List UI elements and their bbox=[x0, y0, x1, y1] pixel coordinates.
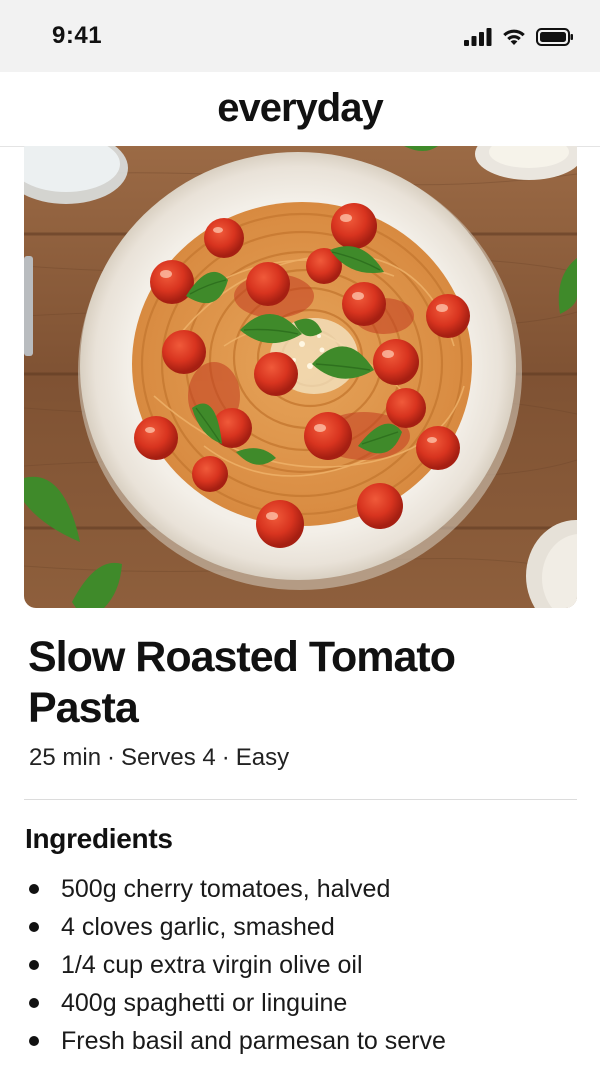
status-icons bbox=[464, 24, 574, 50]
status-time: 9:41 bbox=[52, 22, 103, 49]
meta-separator: · bbox=[107, 744, 116, 771]
ingredient-item: 500g cherry tomatoes, halved bbox=[29, 870, 446, 908]
app-header: everyday bbox=[0, 72, 600, 147]
ingredient-item: Fresh basil and parmesan to serve bbox=[29, 1022, 446, 1060]
status-bar: 9:41 bbox=[0, 0, 600, 72]
ingredient-item: 1/4 cup extra virgin olive oil bbox=[29, 946, 446, 984]
servings: Serves 4 bbox=[121, 744, 216, 771]
divider bbox=[24, 799, 577, 800]
difficulty: Easy bbox=[235, 744, 290, 771]
wifi-icon bbox=[503, 29, 525, 45]
ingredient-item: 4 cloves garlic, smashed bbox=[29, 908, 446, 946]
meta-separator: · bbox=[221, 744, 230, 771]
ingredient-text: 500g cherry tomatoes, halved bbox=[61, 874, 391, 903]
bullet-icon bbox=[29, 960, 39, 970]
ingredient-item: 400g spaghetti or linguine bbox=[29, 984, 446, 1022]
bullet-icon bbox=[29, 1036, 39, 1046]
spaghetti-plate-illustration bbox=[24, 146, 577, 608]
ingredient-text: 400g spaghetti or linguine bbox=[61, 988, 348, 1017]
recipe-title: Slow Roasted Tomato Pasta bbox=[28, 633, 456, 732]
ingredient-text: 1/4 cup extra virgin olive oil bbox=[61, 950, 363, 979]
ingredient-text: Fresh basil and parmesan to serve bbox=[61, 1026, 446, 1055]
bullet-icon bbox=[29, 998, 39, 1008]
bullet-icon bbox=[29, 922, 39, 932]
recipe-screen: 9:41 everyday Slow Roasted Tomato Pasta … bbox=[0, 0, 600, 1075]
cook-time: 25 min bbox=[29, 744, 102, 771]
ingredients-list: 500g cherry tomatoes, halved 4 cloves ga… bbox=[29, 870, 446, 1060]
recipe-meta: 25 min · Serves 4 · Easy bbox=[29, 744, 289, 772]
ingredients-heading: Ingredients bbox=[25, 823, 173, 854]
recipe-hero-image bbox=[24, 146, 577, 608]
bullet-icon bbox=[29, 884, 39, 894]
cellular-signal-icon bbox=[464, 28, 492, 46]
battery-icon bbox=[536, 28, 573, 46]
app-logo-title[interactable]: everyday bbox=[0, 86, 600, 131]
ingredient-text: 4 cloves garlic, smashed bbox=[61, 912, 335, 941]
